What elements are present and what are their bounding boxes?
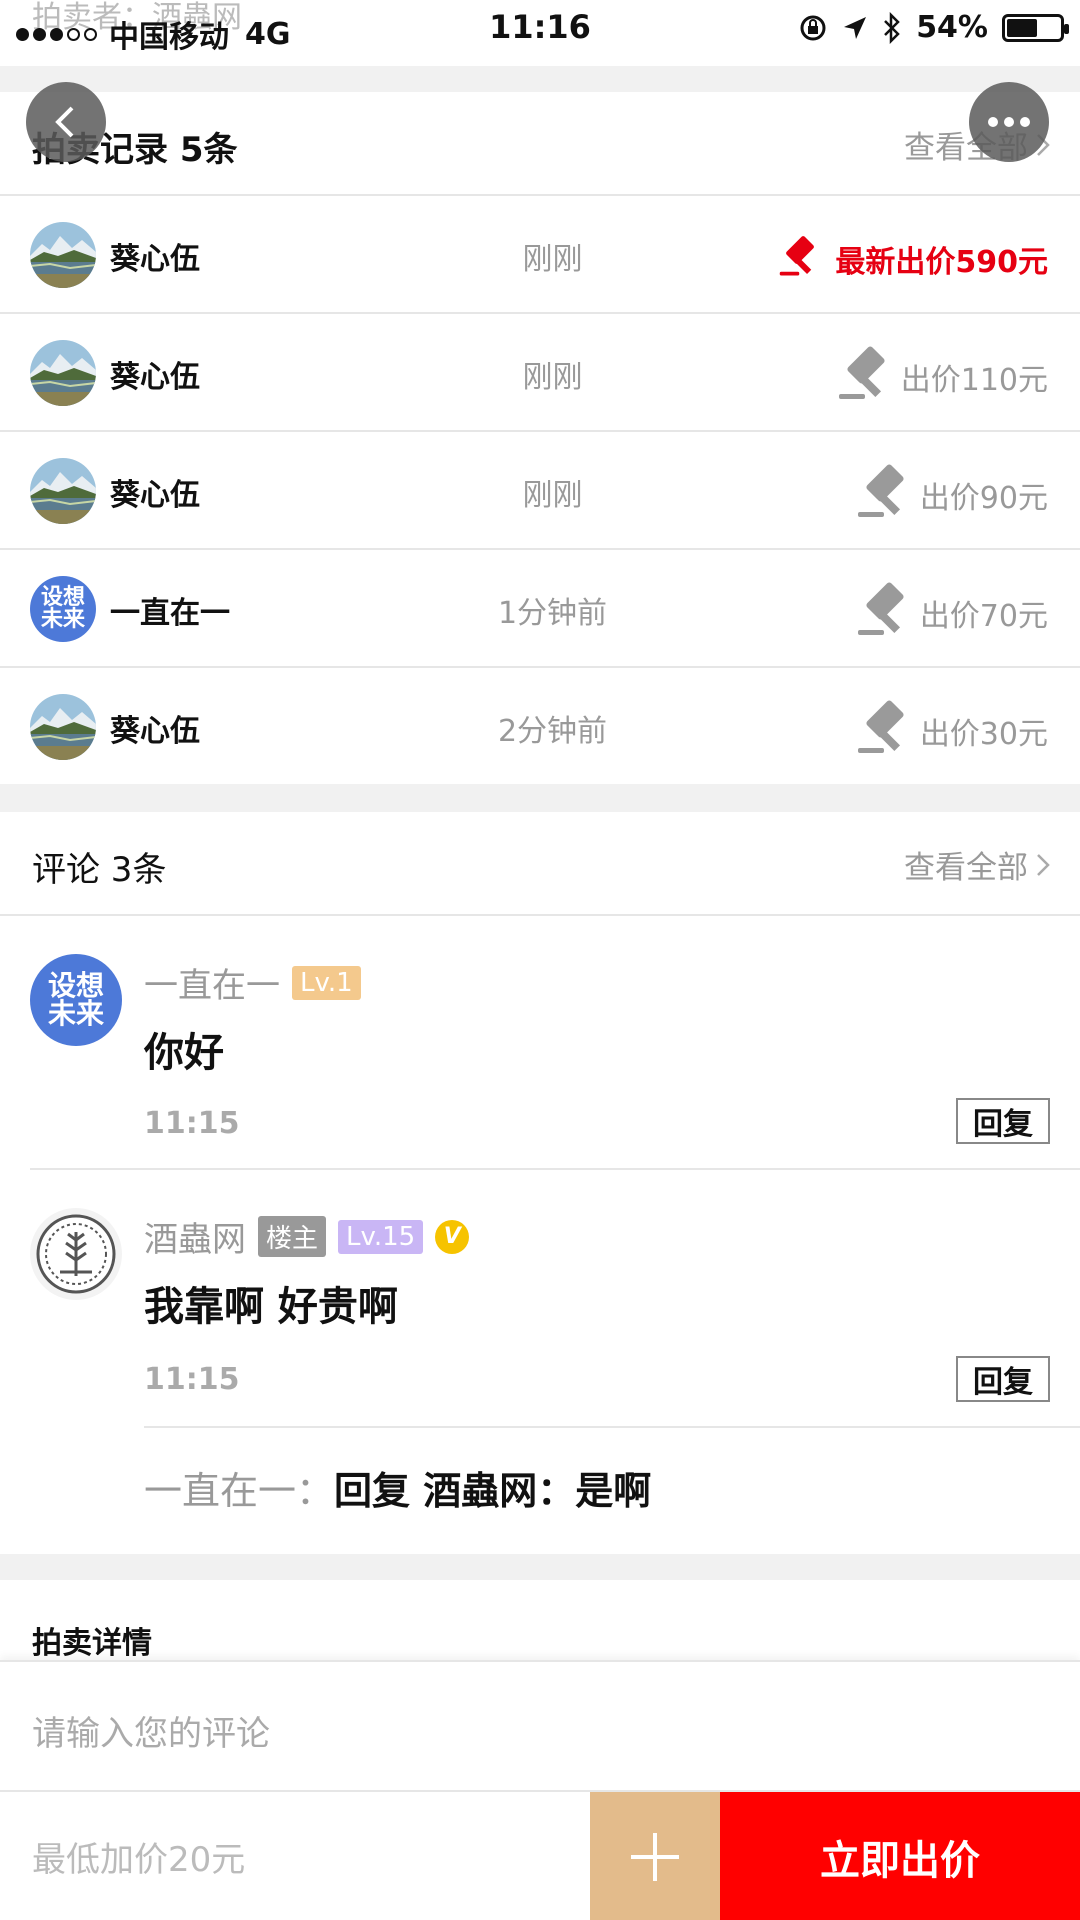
auction-page: 拍卖者：酒蟲网 中国移动 4G 11:16 54% 拍卖记录 5条 查看全部 葵…	[0, 0, 1080, 1920]
section-gap	[0, 1554, 1080, 1580]
more-button[interactable]	[969, 82, 1049, 162]
battery-icon	[1002, 13, 1069, 42]
bid-amount: 出价90元	[854, 460, 1048, 530]
plus-icon	[631, 1833, 679, 1881]
auction-record-row: 葵心伍 刚刚 出价110元	[0, 314, 1080, 432]
auction-record-row: 设想未来 一直在一 1分钟前 出价70元	[0, 550, 1080, 668]
gavel-icon	[854, 460, 916, 530]
details-title: 拍卖详情	[32, 1626, 152, 1661]
more-dots-icon	[988, 117, 1030, 127]
commenter-name[interactable]: 酒蟲网	[144, 1212, 246, 1261]
section-gap	[0, 66, 1080, 92]
comment-time: 11:15	[144, 1362, 240, 1397]
reply-button[interactable]: 回复	[956, 1356, 1050, 1402]
gavel-icon	[854, 578, 916, 648]
avatar[interactable]: 设想未来	[30, 954, 122, 1046]
sub-reply-author: 一直在一：	[144, 1469, 335, 1513]
chevron-right-icon	[1037, 853, 1050, 876]
comment-text: 你好	[144, 1030, 224, 1076]
comment-input-bar: 请输入您的评论	[0, 1660, 1080, 1790]
bluetooth-icon	[884, 11, 900, 44]
sub-reply-content: 回复 酒蟲网：是啊	[334, 1469, 652, 1513]
auction-record-row: 葵心伍 刚刚 出价90元	[0, 432, 1080, 550]
details-header: 拍卖详情	[0, 1580, 1080, 1661]
comment-item: 酒蟲网 楼主 Lv.15 V 我靠啊 好贵啊 11:15 回复 一直在一：回复 …	[0, 1170, 1080, 1550]
wheat-logo-icon	[36, 1214, 116, 1294]
comment-item: 设想未来 一直在一 Lv.1 你好 11:15 回复	[0, 916, 1080, 1168]
owner-badge: 楼主	[258, 1216, 327, 1257]
bid-label: 出价30元	[919, 717, 1048, 752]
verified-icon: V	[435, 1219, 470, 1254]
level-badge: Lv.15	[338, 1219, 424, 1254]
comments-header: 评论 3条 查看全部	[0, 812, 1080, 916]
avatar[interactable]	[30, 1208, 122, 1300]
comment-time: 11:15	[144, 1106, 240, 1141]
reply-button[interactable]: 回复	[956, 1098, 1050, 1144]
bid-bar: 最低加价20元 立即出价	[0, 1790, 1080, 1920]
bid-amount: 出价110元	[835, 342, 1048, 412]
bid-amount: 出价30元	[854, 696, 1048, 766]
auction-record-row: 葵心伍 刚刚 最新出价590元	[0, 196, 1080, 314]
gavel-icon	[777, 233, 824, 286]
bid-label: 出价110元	[900, 363, 1048, 398]
bid-amount: 出价70元	[854, 578, 1048, 648]
auction-record-row: 葵心伍 2分钟前 出价30元	[0, 668, 1080, 786]
gavel-icon	[854, 696, 916, 766]
status-bar: 中国移动 4G 11:16 54%	[0, 0, 1080, 66]
auction-records-header: 拍卖记录 5条 查看全部	[0, 92, 1080, 196]
battery-percent: 54%	[916, 10, 988, 45]
bid-amount: 最新出价590元	[769, 224, 1048, 294]
comments-title: 评论 3条	[32, 850, 167, 890]
divider	[144, 1426, 1080, 1428]
comments-view-all-link[interactable]: 查看全部	[904, 842, 1050, 887]
gavel-icon	[835, 342, 897, 412]
commenter-name[interactable]: 一直在一	[144, 958, 280, 1007]
bid-now-button[interactable]: 立即出价	[720, 1792, 1080, 1920]
comment-input[interactable]: 请输入您的评论	[32, 1706, 270, 1755]
bid-label: 出价70元	[919, 599, 1048, 634]
back-arrow-icon	[55, 106, 74, 138]
bid-label: 出价90元	[919, 481, 1048, 516]
section-gap	[0, 784, 1080, 812]
location-arrow-icon	[844, 16, 867, 39]
level-badge: Lv.1	[292, 965, 361, 1000]
increase-bid-button[interactable]	[590, 1792, 720, 1920]
min-increment-field[interactable]: 最低加价20元	[32, 1832, 245, 1881]
comment-text: 我靠啊 好贵啊	[144, 1284, 398, 1330]
bid-label: 最新出价590元	[835, 245, 1048, 280]
back-button[interactable]	[26, 82, 106, 162]
rotation-lock-icon	[800, 15, 826, 40]
sub-reply[interactable]: 一直在一：回复 酒蟲网：是啊	[144, 1460, 651, 1515]
